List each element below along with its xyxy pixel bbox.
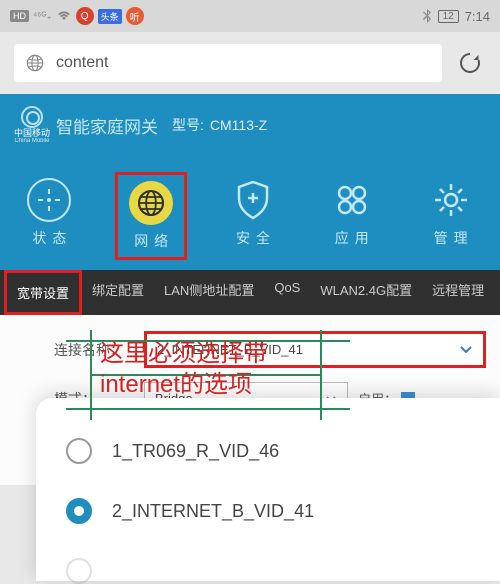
router-model: CM113-Z [210,117,267,133]
refresh-button[interactable] [454,47,486,79]
globe-icon [129,181,173,225]
radio-option-3[interactable] [66,558,470,584]
tab-binding[interactable]: 绑定配置 [82,270,154,315]
tab-lan[interactable]: LAN侧地址配置 [154,270,264,315]
battery-icon: 12 [438,10,459,23]
nav-security[interactable]: 安全 [220,172,286,260]
nav-label: 状态 [26,228,72,248]
chevron-down-icon [459,345,473,355]
gear-icon [429,178,473,222]
nav-apps[interactable]: 应用 [319,172,385,260]
conn-name-value: 2_INTERNET_B_VID_41 [157,342,303,357]
radio-label: 2_INTERNET_B_VID_41 [112,501,314,522]
browser-url-bar: content [0,32,500,94]
radio-label: 1_TR069_R_VID_46 [112,441,279,462]
status-left: HD ⁴⁶ᴳ₊ Q 头条 听 [10,7,144,25]
radio-icon [66,558,92,584]
app-icon-1: Q [76,7,94,25]
hd-icon: HD [10,10,29,22]
radio-option-1[interactable]: 1_TR069_R_VID_46 [66,438,470,464]
app-icon-3: 听 [126,7,144,25]
radio-icon [66,438,92,464]
china-mobile-logo: 中国移动 China Mobile [14,106,50,144]
sub-tabs: 宽带设置 绑定配置 LAN侧地址配置 QoS WLAN2.4G配置 远程管理 [0,270,500,315]
nav-label: 管理 [428,228,474,248]
tab-qos[interactable]: QoS [264,270,310,315]
apps-icon [330,178,374,222]
phone-status-bar: HD ⁴⁶ᴳ₊ Q 头条 听 12 7:14 [0,0,500,32]
wifi-icon [56,10,72,22]
tab-broadband[interactable]: 宽带设置 [4,270,82,315]
globe-icon [26,54,44,72]
status-right: 12 7:14 [423,9,490,24]
nav-label: 应用 [329,228,375,248]
target-icon [27,178,71,222]
clock: 7:14 [465,9,490,24]
nav-manage[interactable]: 管理 [418,172,484,260]
shield-icon [231,178,275,222]
nav-label: 安全 [230,228,276,248]
conn-name-label: 连接名称： [14,340,144,360]
router-model-label: 型号: [172,115,204,135]
tab-remote[interactable]: 远程管理 [422,270,494,315]
conn-name-select[interactable]: 2_INTERNET_B_VID_41 [144,331,486,368]
app-icon-2: 头条 [98,9,122,24]
nav-label: 网络 [128,231,174,251]
url-text: content [56,54,108,72]
url-input[interactable]: content [14,44,442,82]
cell-signal-icon: ⁴⁶ᴳ₊ [33,11,52,22]
main-nav: 状态 网络 安全 应用 管理 [0,156,500,270]
bluetooth-icon [423,9,432,23]
router-title: 智能家庭网关 [56,113,158,138]
tab-wlan[interactable]: WLAN2.4G配置 [310,270,422,315]
nav-status[interactable]: 状态 [16,172,82,260]
radio-icon [66,498,92,524]
radio-option-2[interactable]: 2_INTERNET_B_VID_41 [66,498,470,524]
selection-popup: 1_TR069_R_VID_46 2_INTERNET_B_VID_41 [36,398,500,581]
nav-network[interactable]: 网络 [115,172,187,260]
router-header: 中国移动 China Mobile 智能家庭网关 型号: CM113-Z [0,94,500,156]
